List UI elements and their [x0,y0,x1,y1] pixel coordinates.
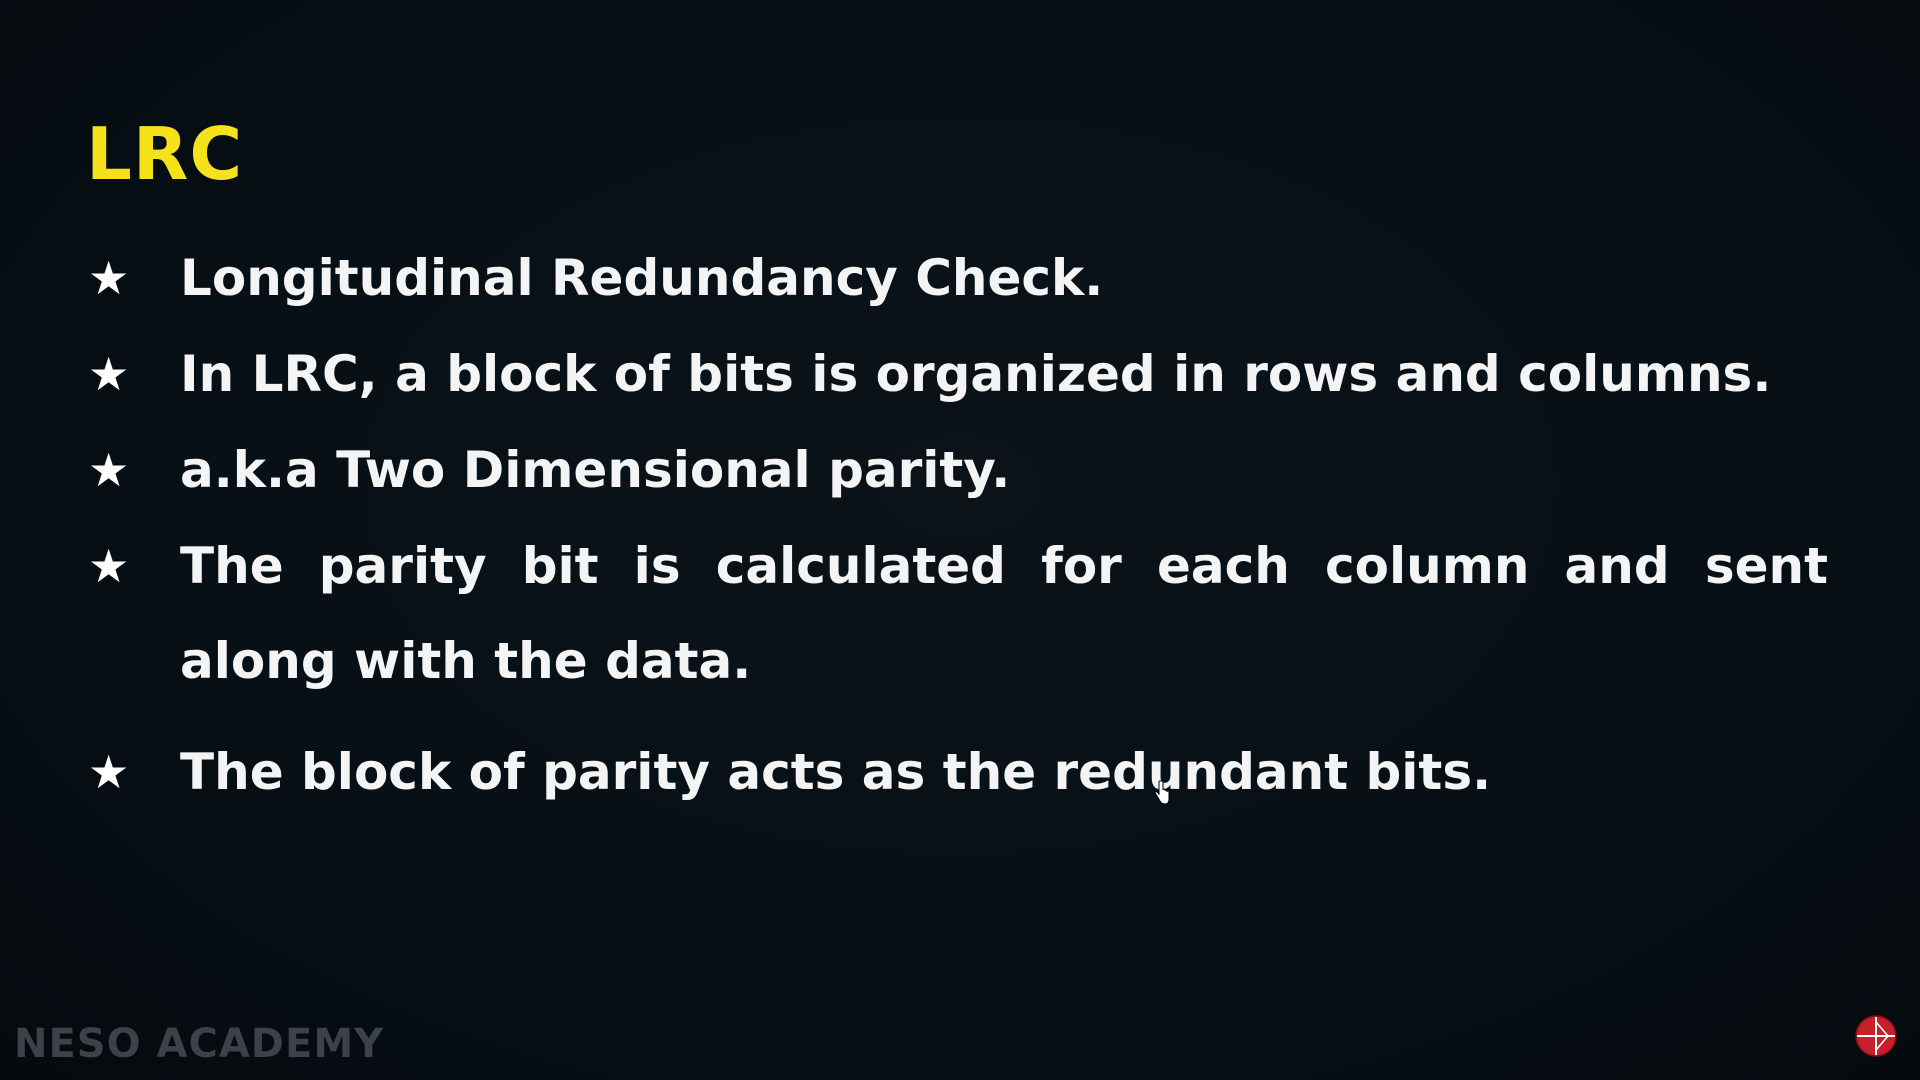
star-icon: ★ [88,347,130,401]
bullet-text: In LRC, a block of bits is organized in … [180,345,1772,403]
brand-watermark: NESO ACADEMY [14,1021,385,1067]
list-item: ★ The parity bit is calculated for each … [88,533,1848,709]
bullet-list: ★ Longitudinal Redundancy Check. ★ In LR… [88,245,1848,835]
bullet-text: a.k.a Two Dimensional parity. [180,441,1011,499]
slide: LRC ★ Longitudinal Redundancy Check. ★ I… [0,0,1920,1080]
star-icon: ★ [88,443,130,497]
star-icon: ★ [88,539,130,593]
star-icon: ★ [88,251,130,305]
slide-title: LRC [86,112,244,196]
bullet-text: Longitudinal Redundancy Check. [180,249,1104,307]
list-item: ★ Longitudinal Redundancy Check. [88,245,1848,311]
hand-cursor-icon [1154,780,1170,805]
list-item: ★ a.k.a Two Dimensional parity. [88,437,1848,503]
bullet-text: The parity bit is calculated for each co… [180,537,1828,690]
star-icon: ★ [88,745,130,799]
list-item: ★ The block of parity acts as the redund… [88,739,1848,805]
neso-logo-icon [1855,1015,1897,1057]
list-item: ★ In LRC, a block of bits is organized i… [88,341,1848,407]
bullet-text: The block of parity acts as the redundan… [180,743,1492,801]
